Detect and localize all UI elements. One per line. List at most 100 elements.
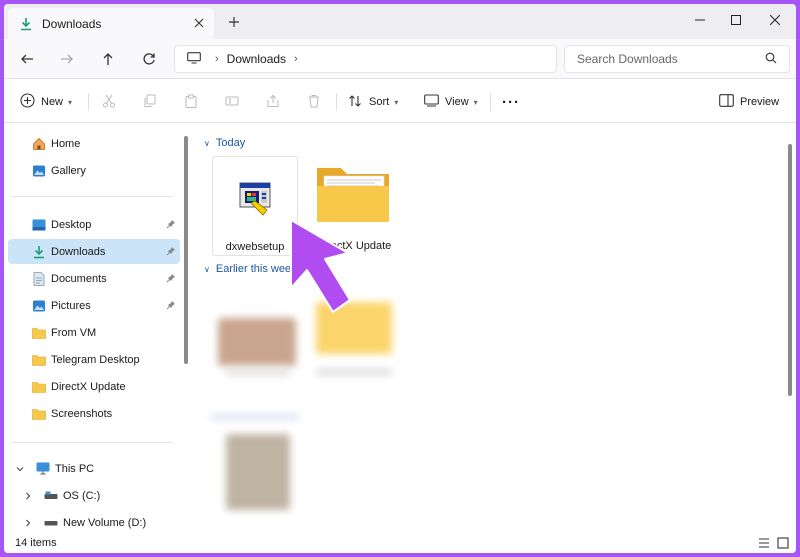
sort-label: Sort: [369, 96, 390, 108]
forward-arrow-icon[interactable]: [58, 50, 76, 68]
sidebar-item-label: Downloads: [51, 245, 106, 258]
folder-icon: [32, 407, 46, 421]
content-scrollbar[interactable]: [788, 144, 792, 396]
breadcrumb-chevron-icon[interactable]: ›: [215, 53, 219, 65]
pin-icon[interactable]: [166, 273, 176, 283]
folder-icon: [32, 353, 46, 367]
new-button[interactable]: New ▾: [20, 92, 72, 112]
sidebar-item-label: Gallery: [51, 164, 86, 177]
group-header-today[interactable]: ∨ Today: [204, 137, 245, 149]
chevron-down-icon: ▾: [473, 97, 478, 107]
refresh-icon[interactable]: [140, 50, 158, 68]
sidebar-item-this-pc[interactable]: This PC: [8, 456, 180, 481]
drive-icon: [44, 489, 58, 503]
breadcrumb-chevron-icon[interactable]: ›: [294, 53, 298, 65]
sidebar-item-label: From VM: [51, 326, 97, 339]
chevron-down-icon: ∨: [204, 138, 210, 148]
sidebar-item-home[interactable]: Home: [8, 131, 180, 156]
add-circle-icon: [20, 93, 35, 111]
chevron-down-icon[interactable]: [16, 464, 24, 472]
tab-downloads[interactable]: Downloads: [8, 8, 214, 39]
divider: [12, 442, 172, 443]
tiles-view-icon[interactable]: [777, 537, 789, 549]
sidebar-item-label: New Volume (D:): [63, 516, 147, 529]
status-bar: 14 items: [4, 533, 796, 553]
close-tab-icon[interactable]: [192, 16, 206, 30]
sidebar-item-label: Documents: [51, 272, 107, 285]
pictures-icon: [32, 299, 46, 313]
sidebar-item-label: Telegram Desktop: [51, 353, 140, 366]
sidebar-item-downloads[interactable]: Downloads: [8, 239, 180, 264]
sidebar-item-label: Pictures: [51, 299, 91, 312]
view-icon: [424, 94, 439, 110]
pin-icon[interactable]: [166, 219, 176, 229]
minimize-button[interactable]: [687, 10, 713, 30]
sidebar-item-new-volume-d[interactable]: New Volume (D:): [8, 510, 180, 535]
trash-icon: [307, 94, 321, 111]
cut-button[interactable]: [102, 92, 116, 112]
address-bar[interactable]: › Downloads ›: [174, 45, 557, 73]
breadcrumb-downloads[interactable]: Downloads: [227, 52, 286, 66]
file-name: DirectX Update: [316, 240, 392, 252]
file-explorer-window: Downloads › Downloads › Search Downloads…: [4, 4, 796, 553]
sidebar-item-label: OS (C:): [63, 489, 101, 502]
copy-icon: [143, 94, 157, 111]
navigation-pane: Home Gallery Desktop Downloads Documents…: [4, 124, 184, 533]
pin-icon[interactable]: [166, 246, 176, 256]
sidebar-item-screenshots[interactable]: Screenshots: [8, 401, 180, 426]
blurred-thumbnail: [226, 434, 290, 510]
rename-button[interactable]: [225, 92, 239, 112]
sidebar-item-desktop[interactable]: Desktop: [8, 212, 180, 237]
documents-icon: [32, 271, 46, 286]
up-arrow-icon[interactable]: [99, 50, 117, 68]
command-bar: New ▾ Sort ▾ View ▾ ··· Preview: [4, 80, 796, 123]
sidebar-item-os-c[interactable]: OS (C:): [8, 483, 180, 508]
computer-icon: [36, 462, 50, 476]
back-arrow-icon[interactable]: [18, 50, 36, 68]
new-tab-button[interactable]: [226, 14, 242, 30]
delete-button[interactable]: [307, 92, 321, 112]
sidebar-scrollbar[interactable]: [184, 136, 188, 364]
close-window-button[interactable]: [762, 10, 788, 30]
sidebar-item-label: Screenshots: [51, 407, 113, 420]
title-bar: Downloads: [4, 4, 796, 39]
sidebar-item-gallery[interactable]: Gallery: [8, 158, 180, 183]
pin-icon[interactable]: [166, 300, 176, 310]
group-header-earlier-this-week[interactable]: ∨ Earlier this week: [204, 263, 297, 275]
paste-button[interactable]: [184, 92, 198, 112]
scissors-icon: [102, 94, 116, 111]
maximize-button[interactable]: [723, 10, 749, 30]
search-input[interactable]: Search Downloads: [564, 45, 790, 73]
details-view-icon[interactable]: [758, 537, 770, 549]
tab-title: Downloads: [42, 16, 102, 31]
home-icon: [32, 137, 46, 151]
desktop-folder-icon: [32, 218, 46, 232]
chevron-right-icon[interactable]: [24, 518, 32, 527]
file-item-dxwebsetup[interactable]: dxwebsetup: [212, 156, 298, 256]
more-options-button[interactable]: ···: [502, 92, 520, 112]
preview-pane-icon: [719, 94, 734, 110]
folder-icon: [32, 326, 46, 340]
divider: [12, 196, 172, 197]
sidebar-item-label: Home: [51, 137, 81, 150]
file-item-directx-update[interactable]: DirectX Update: [311, 156, 397, 256]
search-icon: [765, 52, 779, 66]
share-button[interactable]: [266, 92, 280, 112]
gallery-icon: [32, 164, 46, 178]
divider: [336, 93, 337, 111]
sidebar-item-documents[interactable]: Documents: [8, 266, 180, 291]
blurred-label: [316, 368, 392, 376]
copy-button[interactable]: [143, 92, 157, 112]
sidebar-item-telegram-desktop[interactable]: Telegram Desktop: [8, 347, 180, 372]
preview-button[interactable]: Preview: [719, 92, 779, 112]
chevron-down-icon: ∨: [204, 264, 210, 274]
sort-button[interactable]: Sort ▾: [348, 92, 398, 112]
view-label: View: [445, 96, 469, 108]
file-name: dxwebsetup: [225, 241, 285, 253]
group-label: Earlier this week: [215, 263, 297, 275]
view-button[interactable]: View ▾: [424, 92, 478, 112]
sidebar-item-directx-update[interactable]: DirectX Update: [8, 374, 180, 399]
sidebar-item-pictures[interactable]: Pictures: [8, 293, 180, 318]
sidebar-item-from-vm[interactable]: From VM: [8, 320, 180, 345]
chevron-right-icon[interactable]: [24, 491, 32, 500]
